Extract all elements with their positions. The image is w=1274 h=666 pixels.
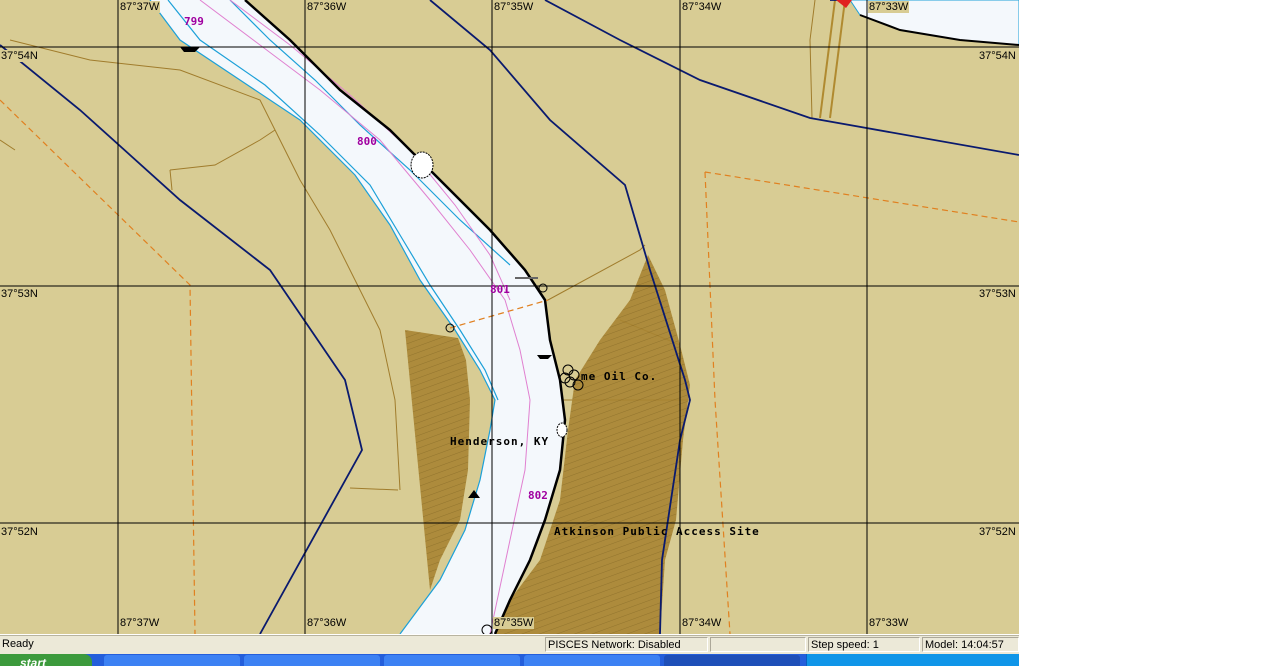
river-mile-label: 799 (184, 15, 204, 28)
place-label-access-site: Atkinson Public Access Site (554, 525, 760, 538)
rock-symbol (556, 422, 568, 438)
taskbar: start (0, 654, 1019, 666)
river-mile-label: 802 (528, 489, 548, 502)
status-network: PISCES Network: Disabled (545, 637, 708, 652)
taskbar-window-button[interactable] (524, 655, 660, 666)
longitude-label-top: 87°34W (681, 1, 723, 13)
taskbar-window-button-active[interactable] (664, 655, 800, 666)
longitude-label-bottom: 87°37W (119, 617, 161, 629)
longitude-label-bottom: 87°34W (681, 617, 723, 629)
taskbar-window-button[interactable] (384, 655, 520, 666)
empty-panel (1019, 0, 1274, 634)
taskbar-window-button[interactable] (244, 655, 380, 666)
latitude-label-right: 37°54N (978, 50, 1017, 62)
longitude-label-top: 87°35W (493, 1, 535, 13)
latitude-label-left: 37°54N (0, 50, 39, 62)
longitude-label-bottom: 87°36W (306, 617, 348, 629)
chart-map-view[interactable]: 87°37W 87°36W 87°35W 87°34W 87°33W 87°37… (0, 0, 1019, 634)
longitude-label-top: 87°36W (306, 1, 348, 13)
start-button[interactable]: start (0, 654, 92, 666)
latitude-label-right: 37°53N (978, 288, 1017, 300)
nautical-chart[interactable] (0, 0, 1019, 634)
river-mile-label: 801 (490, 283, 510, 296)
longitude-label-bottom: 87°35W (493, 617, 535, 629)
status-bar: Ready PISCES Network: Disabled Step spee… (0, 635, 1019, 654)
place-label-oil-company: me Oil Co. (581, 370, 658, 383)
latitude-label-left: 37°53N (0, 288, 39, 300)
latitude-label-right: 37°52N (978, 526, 1017, 538)
status-step-speed: Step speed: 1 (808, 637, 920, 652)
status-ready: Ready (2, 638, 34, 650)
taskbar-window-button[interactable] (104, 655, 240, 666)
river-mile-label: 800 (357, 135, 377, 148)
status-empty (710, 637, 806, 652)
place-label-city: Henderson, KY (450, 435, 550, 448)
status-model-time: Model: 14:04:57 (922, 637, 1019, 652)
longitude-label-top: 87°37W (119, 1, 161, 13)
rock-symbol (410, 151, 434, 179)
latitude-label-left: 37°52N (0, 526, 39, 538)
longitude-label-bottom: 87°33W (868, 617, 910, 629)
longitude-label-top: 87°33W (868, 1, 910, 13)
system-tray[interactable] (806, 654, 1019, 666)
